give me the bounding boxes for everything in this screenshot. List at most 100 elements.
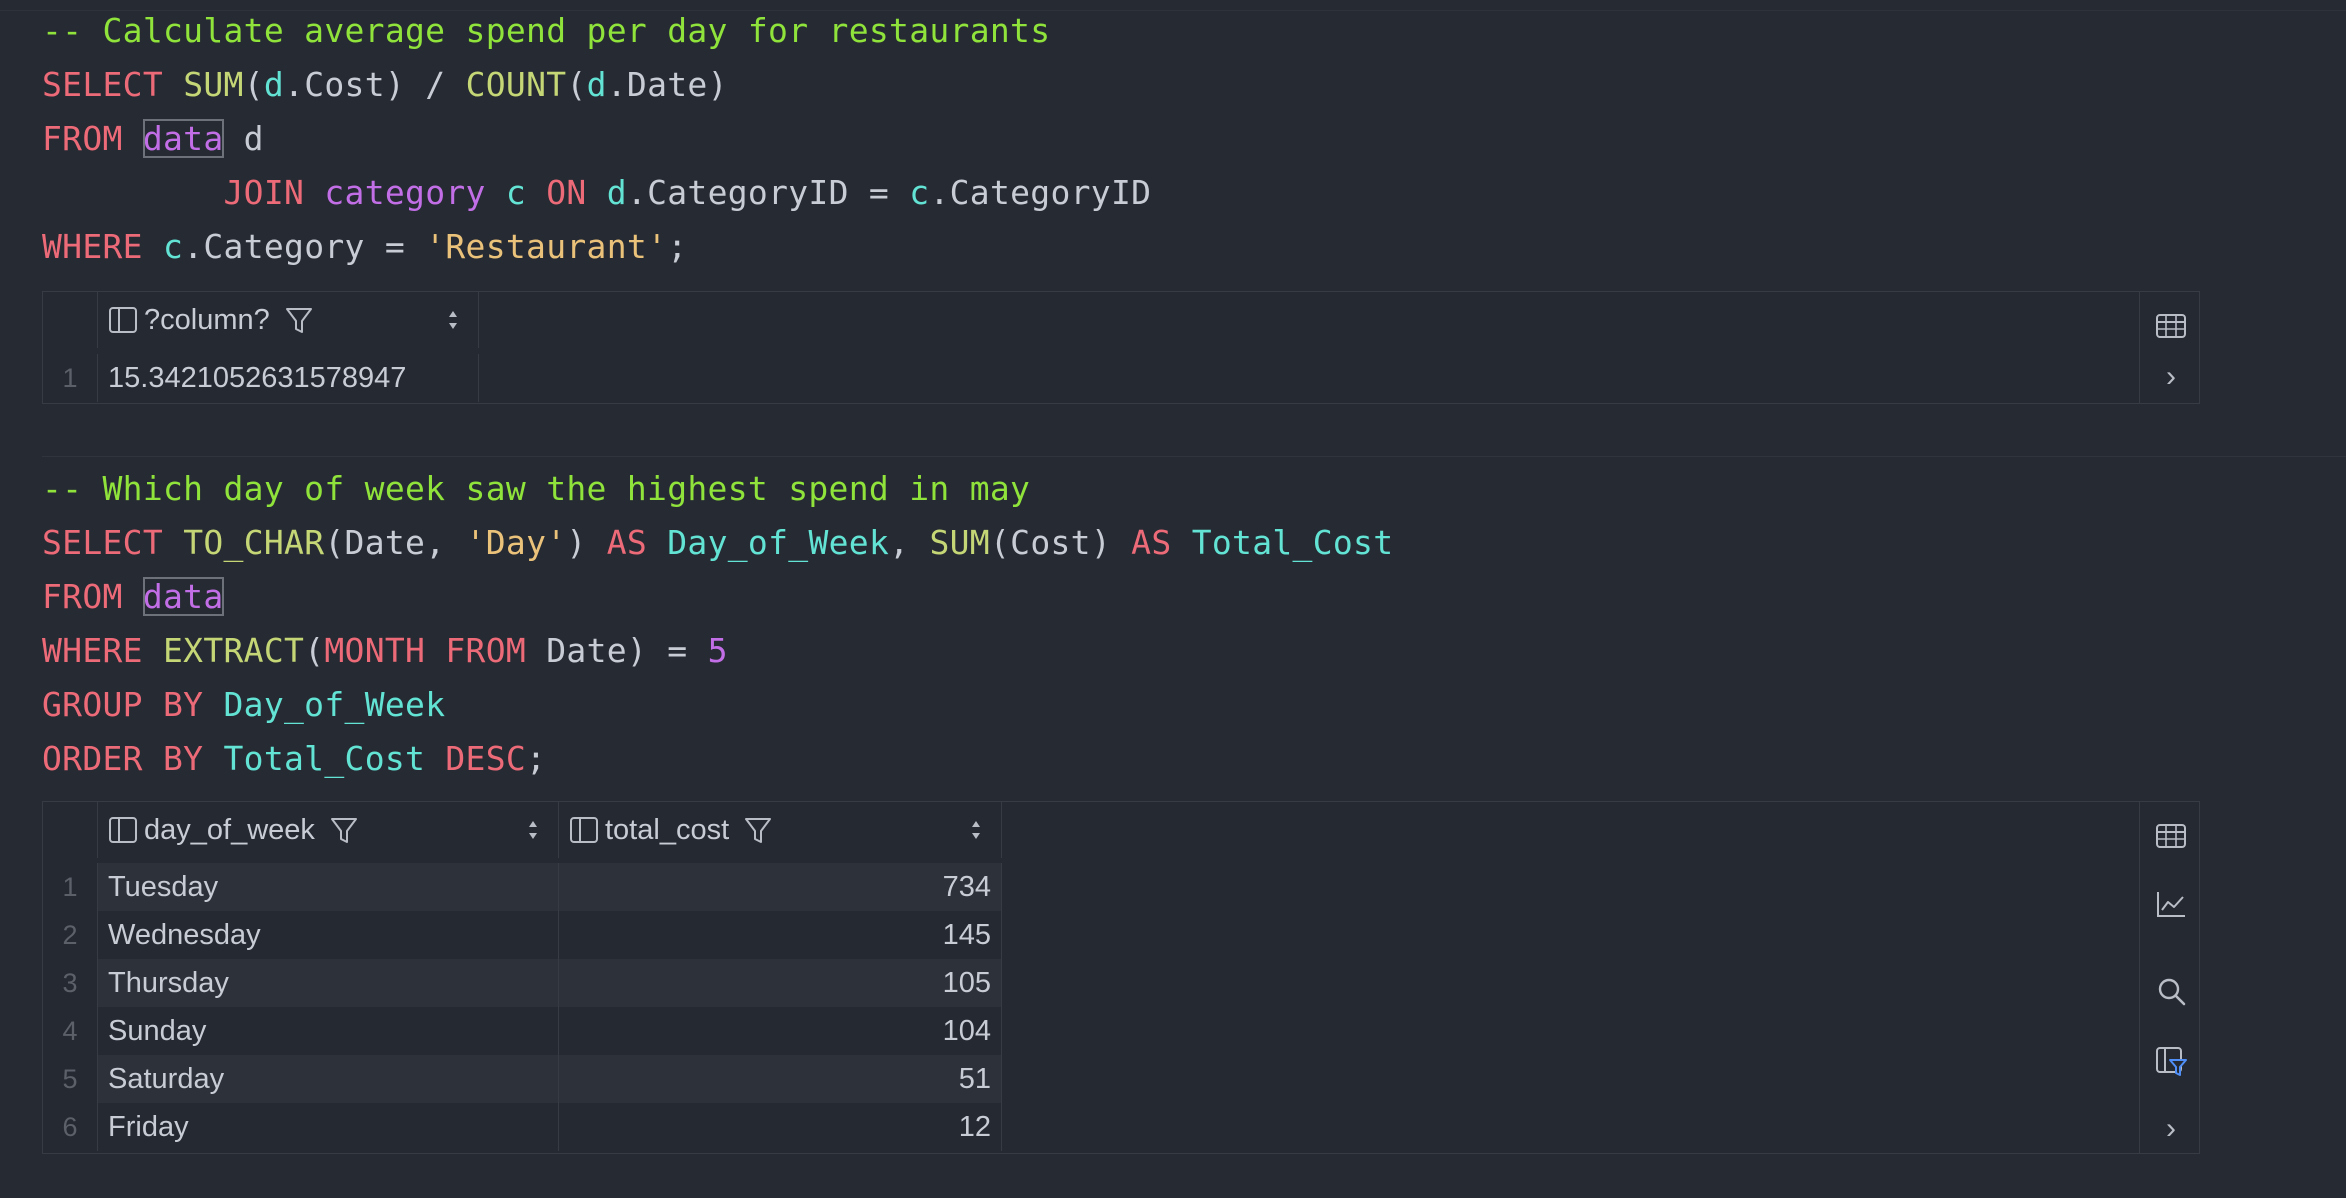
column-icon — [109, 307, 137, 333]
code-line[interactable]: WHERE c.Category = 'Restaurant'; — [42, 220, 1151, 274]
code-token: ( — [243, 65, 264, 104]
column-header-day-of-week[interactable]: day_of_week — [98, 802, 559, 858]
cell-value[interactable]: 15.3421052631578947 — [98, 354, 479, 402]
code-token: .Cost) / — [284, 65, 466, 104]
code-token: -- Calculate average spend per day for r… — [42, 11, 1051, 50]
column-header-total-cost[interactable]: total_cost — [559, 802, 1002, 858]
column-header-column[interactable]: ?column? — [98, 292, 479, 348]
code-line[interactable]: JOIN category c ON d.CategoryID = c.Cate… — [42, 166, 1151, 220]
code-token: GROUP BY — [42, 685, 224, 724]
table-row[interactable]: 1 15.3421052631578947 — [43, 354, 1043, 402]
filter-panel-icon[interactable] — [2155, 1045, 2187, 1077]
table-view-icon[interactable] — [2155, 820, 2187, 852]
code-line[interactable]: -- Calculate average spend per day for r… — [42, 4, 1151, 58]
code-token: DESC — [445, 739, 527, 778]
code-token: ON — [546, 173, 607, 212]
code-token: WHERE — [42, 631, 164, 670]
code-token: FROM — [42, 577, 143, 616]
table-row[interactable]: 5 Saturday 51 — [43, 1055, 1043, 1103]
code-token: .Category = — [183, 227, 426, 266]
code-token: SELECT — [42, 523, 184, 562]
column-icon — [570, 817, 598, 843]
table-row[interactable]: 4 Sunday 104 — [43, 1007, 1043, 1055]
code-line[interactable]: ORDER BY Total_Cost DESC; — [42, 732, 1393, 786]
code-line[interactable]: GROUP BY Day_of_Week — [42, 678, 1393, 732]
code-line[interactable]: SELECT SUM(d.Cost) / COUNT(d.Date) — [42, 58, 1151, 112]
code-token: ORDER BY — [42, 739, 224, 778]
column-name: total_cost — [605, 813, 730, 846]
code-line[interactable]: WHERE EXTRACT(MONTH FROM Date) = 5 — [42, 624, 1393, 678]
cell-total-cost[interactable]: 104 — [559, 1007, 1002, 1055]
table-reference[interactable]: data — [142, 577, 224, 616]
code-token: ; — [667, 227, 688, 266]
row-number: 5 — [43, 1055, 98, 1103]
row-number: 6 — [43, 1103, 98, 1151]
code-token: WHERE — [42, 227, 164, 266]
result-sidebar-1: › — [2139, 292, 2201, 403]
code-token: c — [909, 173, 930, 212]
code-line[interactable]: FROM data d — [42, 112, 1151, 166]
column-icon — [109, 817, 137, 843]
table-view-icon[interactable] — [2155, 310, 2187, 342]
cell-total-cost[interactable]: 145 — [559, 911, 1002, 959]
cell-total-cost[interactable]: 51 — [559, 1055, 1002, 1103]
code-token: FROM — [42, 119, 143, 158]
code-token: c — [163, 227, 184, 266]
row-number: 3 — [43, 959, 98, 1007]
table-row[interactable]: 2 Wednesday 145 — [43, 911, 1043, 959]
sort-icon[interactable] — [526, 818, 540, 842]
row-number-header — [43, 802, 98, 858]
table-row[interactable]: 6 Friday 12 — [43, 1103, 1043, 1151]
cell-total-cost[interactable]: 105 — [559, 959, 1002, 1007]
sort-icon[interactable] — [969, 818, 983, 842]
code-token: EXTRACT — [163, 631, 305, 670]
sql-editor-query-2[interactable]: -- Which day of week saw the highest spe… — [42, 462, 1393, 786]
code-token: .CategoryID — [929, 173, 1152, 212]
cell-divider — [42, 456, 2346, 457]
cell-day-of-week[interactable]: Tuesday — [98, 863, 559, 911]
result-grid-2: day_of_week total_cost 1 Tuesday 734 2 Wedne… — [42, 801, 2200, 1154]
code-token: SUM — [929, 523, 990, 562]
column-name: ?column? — [144, 303, 270, 336]
table-reference[interactable]: data — [142, 119, 224, 158]
code-token: category — [324, 173, 486, 212]
cell-day-of-week[interactable]: Saturday — [98, 1055, 559, 1103]
row-number-header — [43, 292, 98, 348]
search-icon[interactable] — [2155, 975, 2187, 1007]
code-token: Total_Cost — [1191, 523, 1394, 562]
code-token: .Date) — [606, 65, 728, 104]
code-line[interactable]: SELECT TO_CHAR(Date, 'Day') AS Day_of_We… — [42, 516, 1393, 570]
cell-day-of-week[interactable]: Sunday — [98, 1007, 559, 1055]
code-token: 'Restaurant' — [425, 227, 668, 266]
code-token: (Date, — [324, 523, 466, 562]
code-token: d — [586, 65, 607, 104]
sql-editor-query-1[interactable]: -- Calculate average spend per day for r… — [42, 4, 1151, 274]
sort-icon[interactable] — [446, 308, 460, 332]
code-token: (Cost) — [989, 523, 1132, 562]
chevron-right-icon[interactable]: › — [2140, 1114, 2202, 1144]
cell-day-of-week[interactable]: Wednesday — [98, 911, 559, 959]
code-token: .CategoryID = — [626, 173, 910, 212]
cell-day-of-week[interactable]: Friday — [98, 1103, 559, 1151]
code-token: -- Which day of week saw the highest spe… — [42, 469, 1031, 508]
filter-icon[interactable] — [743, 815, 773, 845]
table-row[interactable]: 3 Thursday 105 — [43, 959, 1043, 1007]
code-token: ( — [566, 65, 587, 104]
chart-view-icon[interactable] — [2155, 888, 2187, 920]
column-name: day_of_week — [144, 813, 315, 846]
cell-total-cost[interactable]: 12 — [559, 1103, 1002, 1151]
filter-icon[interactable] — [329, 815, 359, 845]
cell-total-cost[interactable]: 734 — [559, 863, 1002, 911]
code-token: 5 — [707, 631, 728, 670]
row-number: 2 — [43, 911, 98, 959]
code-token: AS — [1131, 523, 1192, 562]
chevron-right-icon[interactable]: › — [2140, 362, 2202, 392]
code-line[interactable]: -- Which day of week saw the highest spe… — [42, 462, 1393, 516]
code-token: JOIN — [42, 173, 325, 212]
code-token: Day_of_Week — [223, 685, 446, 724]
code-line[interactable]: FROM data — [42, 570, 1393, 624]
table-row[interactable]: 1 Tuesday 734 — [43, 863, 1043, 911]
cell-day-of-week[interactable]: Thursday — [98, 959, 559, 1007]
filter-icon[interactable] — [284, 305, 314, 335]
result-grid-1: ?column? 1 15.3421052631578947 › — [42, 291, 2200, 404]
